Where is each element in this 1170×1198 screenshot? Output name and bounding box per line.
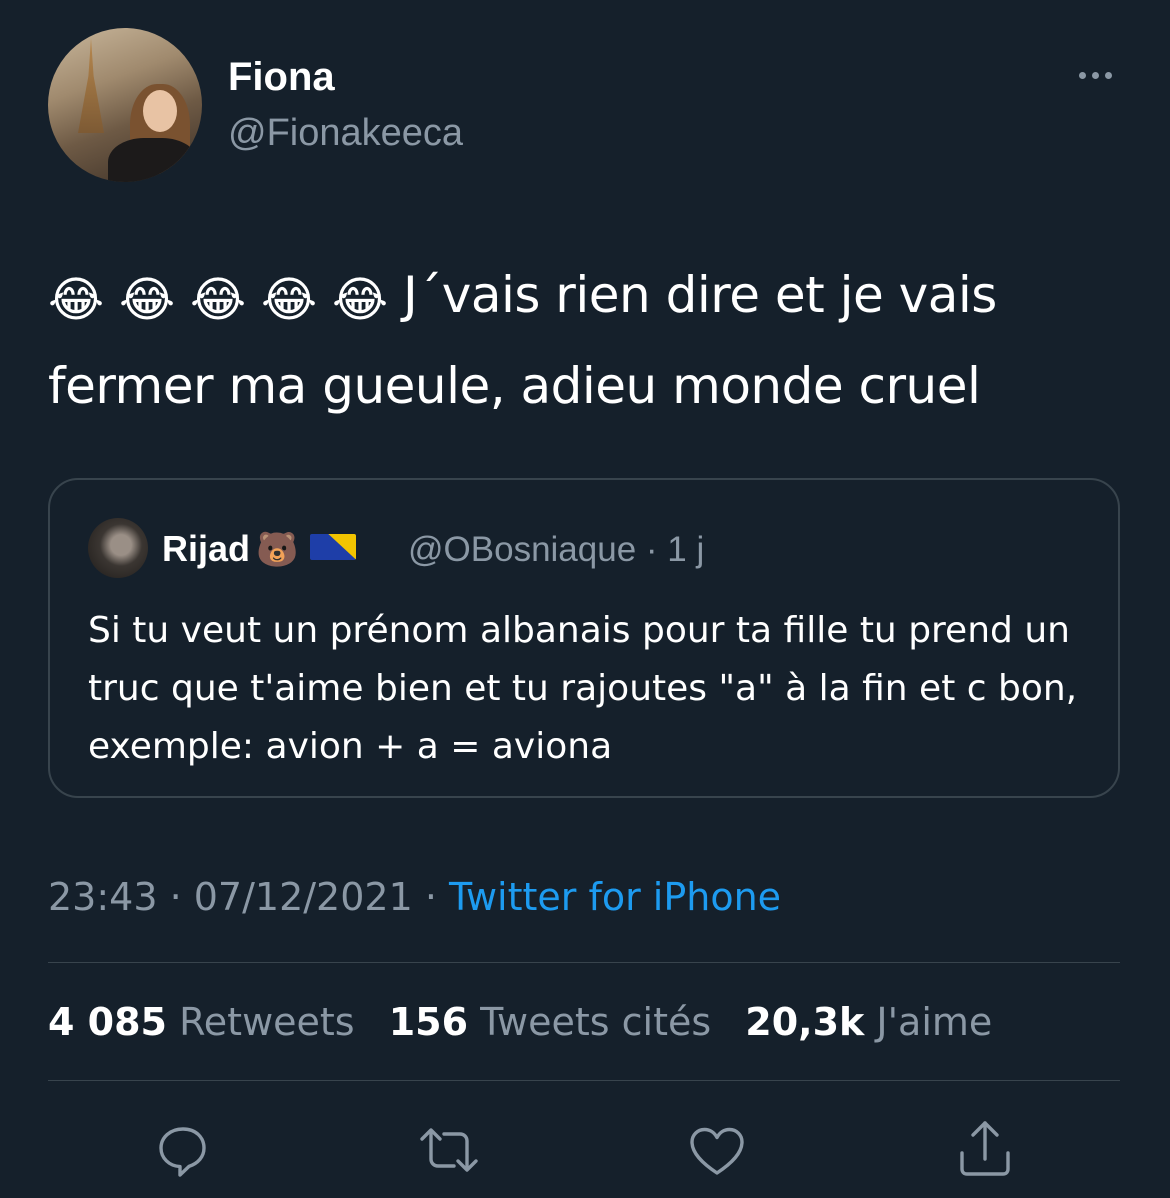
quoted-tweet-text: Si tu veut un prénom albanais pour ta fi… — [88, 610, 1078, 767]
retweet-icon[interactable] — [414, 1115, 484, 1185]
quotes-label[interactable]: Tweets cités — [480, 1000, 711, 1044]
quotes-count[interactable]: 156 — [389, 1000, 468, 1044]
tears-of-joy-emoji: 😂 — [119, 272, 175, 328]
more-options-icon[interactable] — [1070, 60, 1120, 90]
likes-label[interactable]: J'aime — [876, 1000, 992, 1044]
avatar-coat — [108, 138, 198, 182]
tweet-body: 😂 😂 😂 😂 😂 J´vais rien dire et je vais fe… — [48, 252, 1128, 429]
quoted-author-handle-time: @OBosniaque · 1 j — [408, 530, 705, 569]
tears-of-joy-emoji: 😂 — [261, 272, 317, 328]
avatar-face — [143, 90, 177, 132]
author-avatar[interactable] — [48, 28, 202, 182]
tweet-timestamp[interactable]: 23:43 · 07/12/2021 · — [48, 875, 449, 919]
tears-of-joy-emoji: 😂 — [332, 272, 388, 328]
like-icon[interactable] — [682, 1115, 752, 1185]
quoted-author-name: Rijad — [162, 528, 251, 569]
eiffel-tower-shape — [78, 38, 104, 133]
quoted-tweet-card[interactable]: Rijad 🐻 @OBosniaque · 1 j Si tu veut un p… — [48, 478, 1120, 798]
author-handle[interactable]: @Fionakeeca — [228, 112, 463, 155]
bosnia-flag-icon — [310, 534, 357, 560]
retweets-label[interactable]: Retweets — [179, 1000, 355, 1044]
author-name[interactable]: Fiona — [228, 55, 335, 100]
divider — [48, 1080, 1120, 1081]
tweet-meta: 23:43 · 07/12/2021 · Twitter for iPhone — [48, 875, 781, 919]
bear-emoji: 🐻 — [256, 531, 299, 569]
tweet-stats: 4 085 Retweets 156 Tweets cités 20,3k J'… — [48, 1000, 1014, 1044]
likes-count[interactable]: 20,3k — [745, 1000, 864, 1044]
divider — [48, 962, 1120, 963]
tweet-source-link[interactable]: Twitter for iPhone — [449, 875, 781, 919]
quoted-author-name-row: Rijad 🐻 — [162, 528, 357, 570]
tears-of-joy-emoji: 😂 — [190, 272, 246, 328]
share-icon[interactable] — [950, 1115, 1020, 1185]
tears-of-joy-emoji: 😂 — [48, 272, 104, 328]
reply-icon[interactable] — [148, 1115, 218, 1185]
action-bar — [0, 1115, 1170, 1185]
retweets-count[interactable]: 4 085 — [48, 1000, 167, 1044]
quoted-author-avatar[interactable] — [88, 518, 148, 578]
